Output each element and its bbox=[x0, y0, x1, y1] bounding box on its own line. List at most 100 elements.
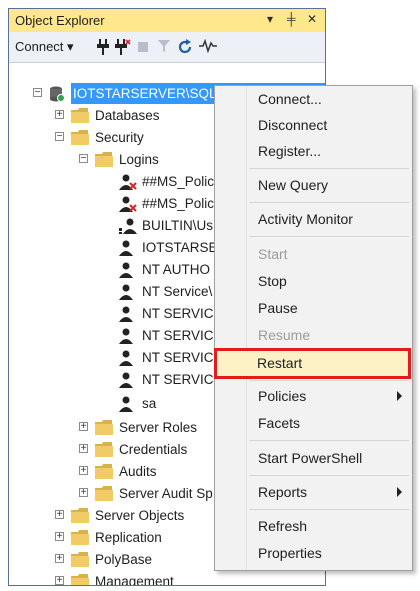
menu-item-label: Connect... bbox=[258, 91, 322, 107]
user-icon bbox=[119, 372, 135, 394]
refresh-icon[interactable] bbox=[177, 39, 193, 58]
toolbar: Connect ▾ bbox=[9, 32, 325, 63]
folder-icon bbox=[71, 130, 89, 151]
tree-label: BUILTIN\Us bbox=[142, 218, 214, 233]
expand-icon[interactable]: + bbox=[79, 466, 88, 476]
submenu-arrow-icon bbox=[397, 487, 402, 497]
menu-item-policies[interactable]: Policies bbox=[246, 385, 412, 409]
panel-title-bar: Object Explorer ▾ ╪ ✕ bbox=[9, 9, 325, 33]
menu-item-label: Pause bbox=[258, 300, 298, 316]
tree-label: Logins bbox=[119, 152, 159, 167]
menu-item-new-query[interactable]: New Query bbox=[246, 174, 412, 198]
folder-icon bbox=[95, 152, 113, 173]
tree-label: NT SERVICI bbox=[142, 306, 218, 321]
tree-label: NT Service\ bbox=[142, 284, 213, 299]
folder-icon bbox=[71, 530, 89, 551]
folder-icon bbox=[71, 508, 89, 529]
menu-item-label: Refresh bbox=[258, 518, 308, 534]
pin-icon[interactable]: ╪ bbox=[287, 12, 296, 26]
tree-label: NT SERVICI bbox=[142, 350, 218, 365]
menu-item-label: Stop bbox=[258, 273, 287, 289]
menu-item-activity-monitor[interactable]: Activity Monitor bbox=[246, 208, 412, 232]
menu-item-label: Restart bbox=[257, 355, 303, 371]
menu-item-restart[interactable]: Restart bbox=[214, 348, 411, 379]
folder-icon bbox=[71, 108, 89, 129]
menu-item-label: Reports bbox=[258, 484, 308, 500]
user-icon bbox=[119, 396, 135, 418]
collapse-icon[interactable]: − bbox=[79, 154, 88, 164]
activity-icon[interactable] bbox=[199, 38, 217, 56]
menu-item-refresh[interactable]: Refresh bbox=[246, 515, 412, 539]
disabled-user-icon bbox=[119, 174, 137, 196]
tree-label: sa bbox=[142, 396, 157, 411]
folder-icon bbox=[71, 574, 89, 585]
folder-icon bbox=[95, 486, 113, 507]
menu-item-label: Properties bbox=[258, 545, 322, 561]
expand-icon[interactable]: + bbox=[79, 444, 88, 454]
folder-icon bbox=[95, 464, 113, 485]
expand-icon[interactable]: + bbox=[55, 554, 64, 564]
menu-item-facets[interactable]: Facets bbox=[246, 412, 412, 436]
menu-item-pause[interactable]: Pause bbox=[246, 297, 412, 321]
tree-label: Server Objects bbox=[95, 508, 185, 523]
tree-label: Replication bbox=[95, 530, 162, 545]
menu-item-register[interactable]: Register... bbox=[246, 140, 412, 164]
menu-item-disconnect[interactable]: Disconnect bbox=[246, 114, 412, 138]
group-user-icon bbox=[119, 218, 137, 240]
expand-icon[interactable]: + bbox=[55, 110, 64, 120]
menu-item-label: Policies bbox=[258, 388, 307, 404]
context-menu: Connect... Disconnect Register... New Qu… bbox=[214, 85, 413, 571]
close-icon[interactable]: ✕ bbox=[307, 12, 317, 26]
tree-label: Server Roles bbox=[119, 420, 198, 435]
dropdown-icon[interactable]: ▾ bbox=[267, 12, 273, 26]
menu-item-connect[interactable]: Connect... bbox=[246, 88, 412, 112]
folder-icon bbox=[95, 420, 113, 441]
menu-item-start-powershell[interactable]: Start PowerShell bbox=[246, 447, 412, 471]
tree-label: Credentials bbox=[119, 442, 188, 457]
menu-item-label: Start PowerShell bbox=[258, 450, 363, 466]
menu-item-reports[interactable]: Reports bbox=[246, 481, 412, 505]
collapse-icon[interactable]: − bbox=[33, 88, 42, 98]
collapse-icon[interactable]: − bbox=[55, 132, 64, 142]
folder-icon bbox=[71, 552, 89, 573]
menu-separator bbox=[249, 509, 409, 510]
expand-icon[interactable]: + bbox=[55, 576, 64, 585]
menu-item-label: Activity Monitor bbox=[258, 211, 353, 227]
menu-item-properties[interactable]: Properties bbox=[246, 542, 412, 566]
expand-icon[interactable]: + bbox=[79, 422, 88, 432]
user-icon bbox=[119, 262, 135, 284]
user-icon bbox=[119, 240, 135, 262]
tree-label: PolyBase bbox=[95, 552, 153, 567]
menu-item-stop[interactable]: Stop bbox=[246, 270, 412, 294]
tree-label: NT AUTHO bbox=[142, 262, 211, 277]
disconnect-icon[interactable] bbox=[115, 39, 131, 58]
tree-label: NT SERVICI bbox=[142, 372, 218, 387]
menu-item-label: Resume bbox=[258, 327, 311, 343]
user-icon bbox=[119, 306, 135, 328]
menu-separator bbox=[249, 380, 409, 381]
stop-icon[interactable] bbox=[137, 39, 149, 56]
tree-label: IOTSTARSE bbox=[142, 240, 218, 255]
expand-icon[interactable]: + bbox=[79, 488, 88, 498]
tree-label: Management bbox=[95, 574, 174, 586]
filter-icon[interactable] bbox=[157, 39, 171, 56]
menu-separator bbox=[249, 168, 409, 169]
menu-item-label: Disconnect bbox=[258, 117, 328, 133]
menu-item-label: Facets bbox=[258, 415, 301, 431]
plug-icon[interactable] bbox=[97, 39, 109, 58]
menu-separator bbox=[249, 236, 409, 237]
menu-item-label: New Query bbox=[258, 177, 329, 193]
user-icon bbox=[119, 328, 135, 350]
menu-separator bbox=[249, 440, 409, 441]
disabled-user-icon bbox=[119, 196, 137, 218]
panel-title: Object Explorer bbox=[15, 13, 105, 28]
menu-item-start: Start bbox=[246, 243, 412, 267]
menu-item-label: Start bbox=[258, 246, 288, 262]
menu-item-resume: Resume bbox=[246, 324, 412, 348]
expand-icon[interactable]: + bbox=[55, 510, 64, 520]
tree-label: Audits bbox=[119, 464, 157, 479]
expand-icon[interactable]: + bbox=[55, 532, 64, 542]
connect-button[interactable]: Connect ▾ bbox=[15, 39, 74, 55]
menu-item-label: Register... bbox=[258, 143, 322, 159]
tree-label: Security bbox=[95, 130, 144, 145]
